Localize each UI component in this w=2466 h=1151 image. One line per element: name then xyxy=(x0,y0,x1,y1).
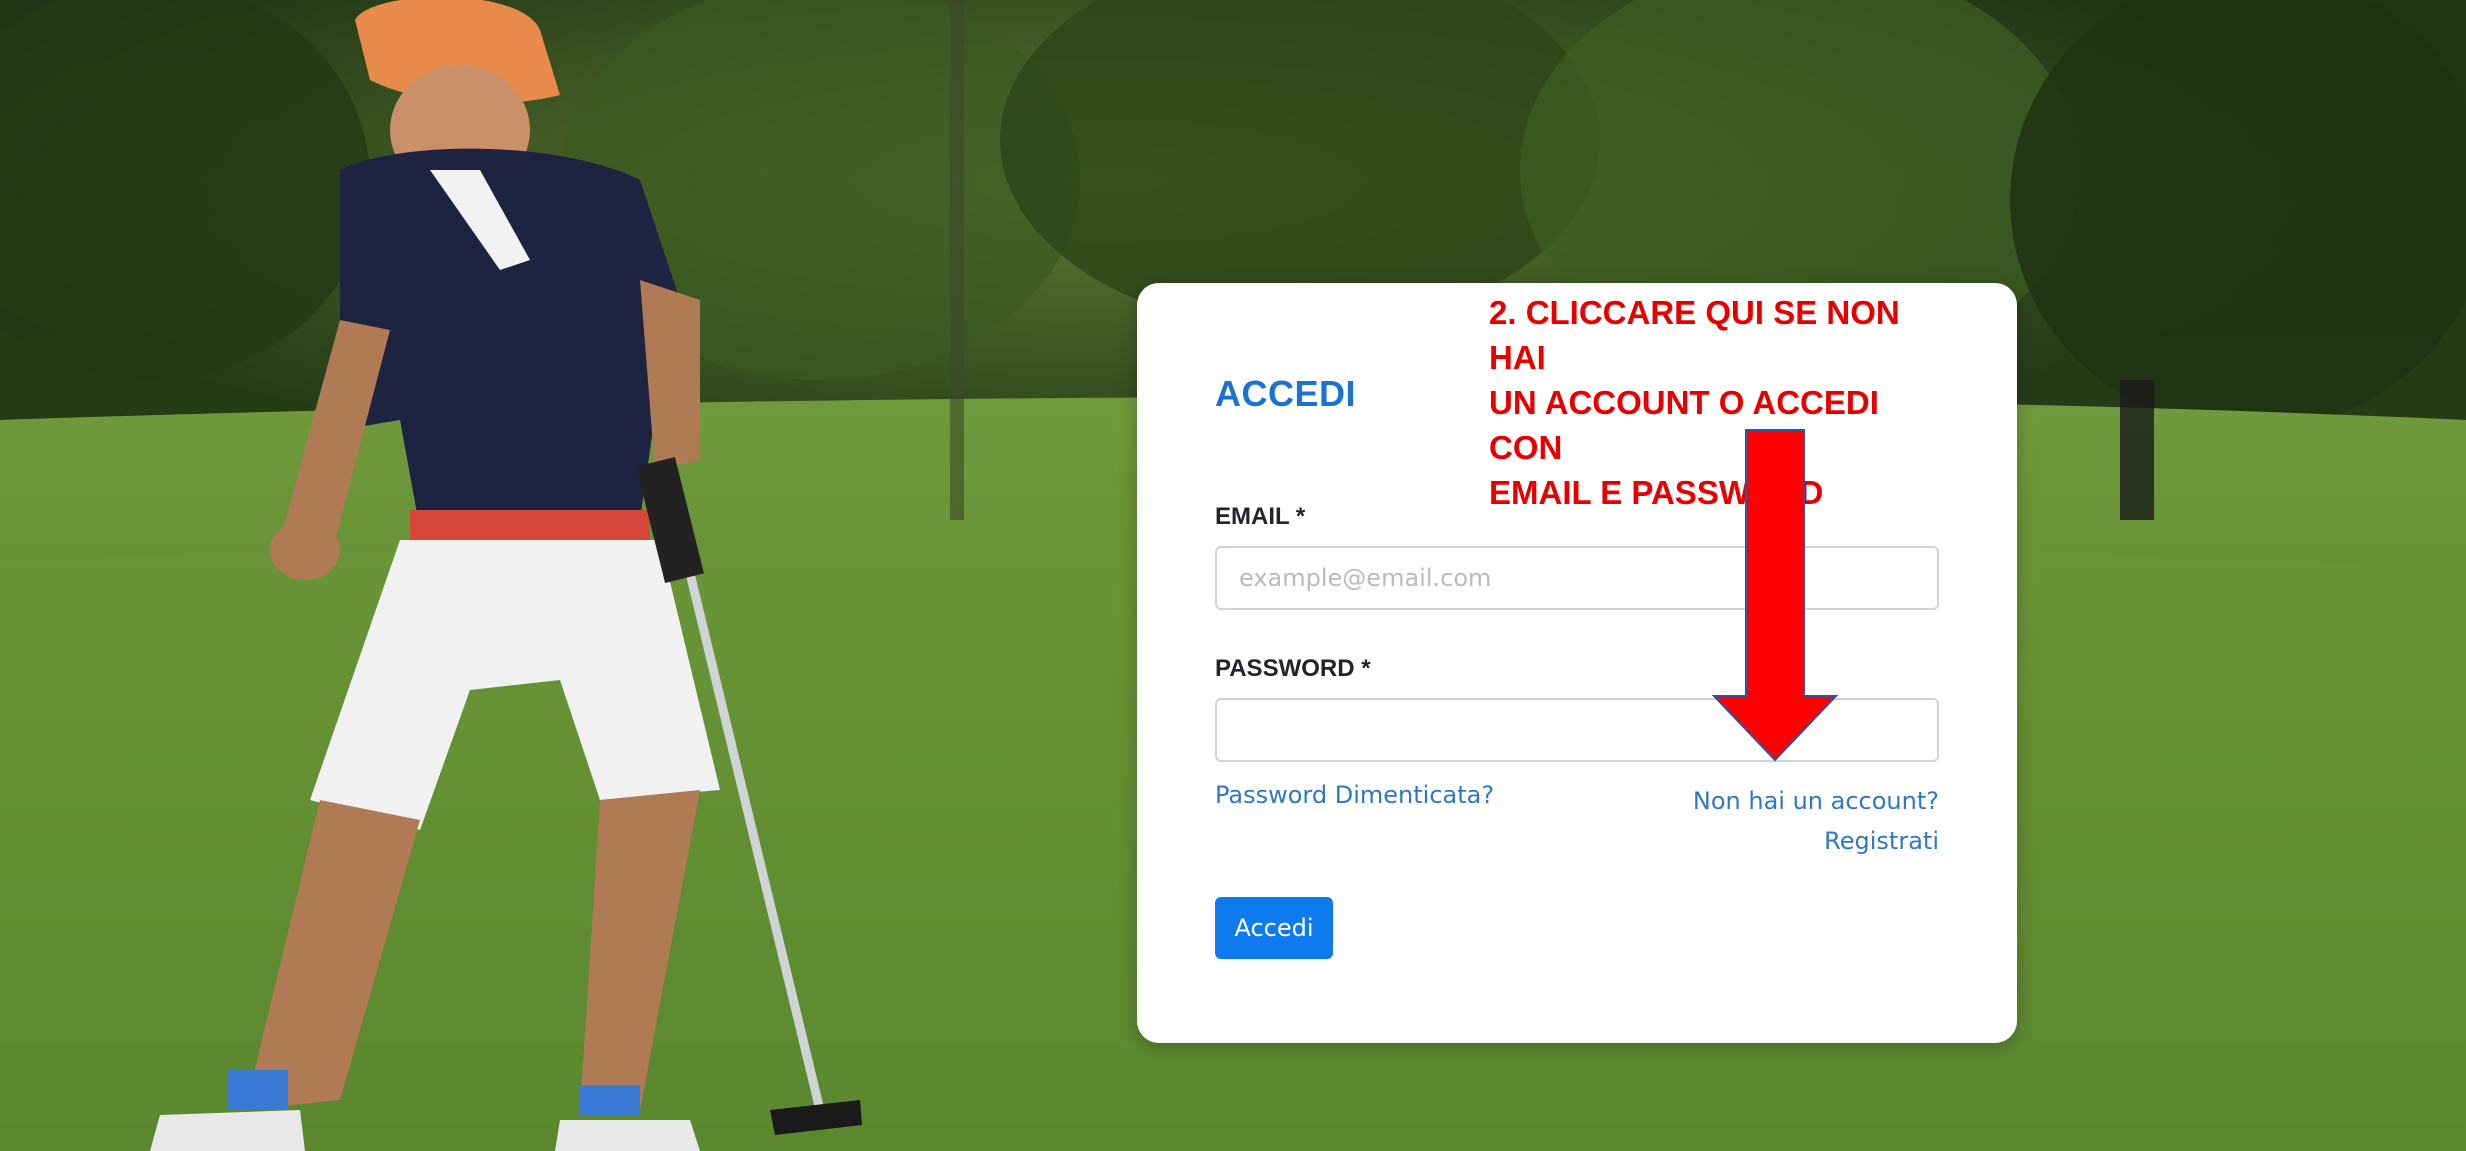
login-page: ACCEDI EMAIL * PASSWORD * Password Dimen… xyxy=(0,0,2466,1151)
login-title: ACCEDI xyxy=(1215,373,1357,414)
password-label: PASSWORD * xyxy=(1215,655,1371,682)
register-link[interactable]: Non hai un account? Registrati xyxy=(1693,781,1939,861)
forgot-password-link[interactable]: Password Dimenticata? xyxy=(1215,781,1494,809)
annotation-line: 2. CLICCARE QUI SE NON HAI xyxy=(1489,294,1900,376)
no-account-text: Non hai un account? xyxy=(1692,787,1939,815)
login-submit-button[interactable]: Accedi xyxy=(1215,897,1333,959)
annotation-arrow-icon xyxy=(1711,429,1839,762)
email-label: EMAIL * xyxy=(1215,503,1306,530)
register-text: Registrati xyxy=(1824,827,1939,855)
